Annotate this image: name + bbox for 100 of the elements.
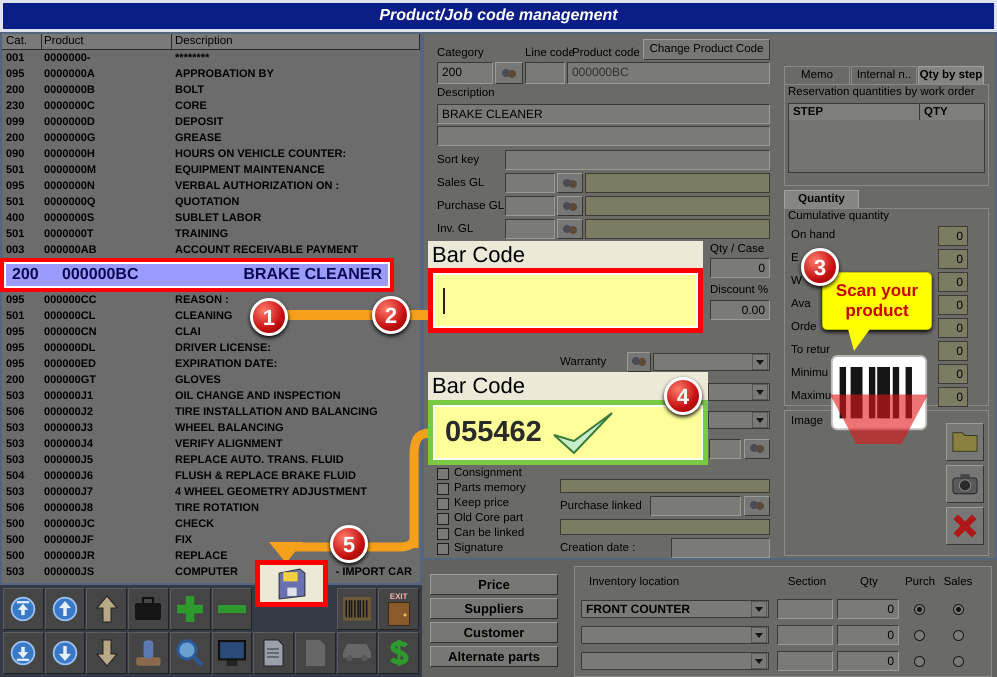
lookup-button[interactable] — [557, 173, 583, 193]
toolbar-button[interactable] — [86, 588, 128, 630]
checkbox[interactable] — [437, 542, 449, 554]
input-field[interactable]: 0 — [938, 226, 968, 246]
tab[interactable]: Qty by step — [918, 66, 984, 84]
input-field[interactable] — [671, 538, 770, 558]
list-row[interactable]: 503 000000J1 OIL CHANGE AND INSPECTION — [2, 388, 341, 404]
barcode-field[interactable] — [428, 268, 703, 333]
input-field[interactable] — [560, 518, 770, 535]
checkbox[interactable] — [437, 468, 449, 480]
list-row[interactable]: 503 000000J4 VERIFY ALIGNMENT — [2, 436, 283, 452]
lookup-button[interactable] — [744, 496, 770, 516]
lookup-button[interactable] — [557, 219, 583, 239]
list-row[interactable]: 095 000000ED EXPIRATION DATE: — [2, 356, 278, 372]
input-field[interactable]: 0 — [710, 258, 770, 278]
input-field[interactable] — [585, 219, 770, 239]
column-header[interactable]: Product — [42, 34, 172, 49]
list-row[interactable]: 501 000000CL CLEANING — [2, 308, 232, 324]
input-field[interactable]: 0 — [938, 364, 968, 384]
toolbar-button[interactable] — [253, 632, 294, 674]
list-row[interactable]: 500 000000JR REPLACE — [2, 548, 228, 564]
list-row[interactable]: 095 0000000A APPROBATION BY — [2, 66, 274, 82]
exit-button[interactable]: EXIT — [378, 588, 419, 630]
toolbar-button[interactable] — [3, 588, 44, 630]
toolbar-button[interactable] — [44, 588, 86, 630]
dropdown-field[interactable]: FRONT COUNTER — [581, 600, 769, 618]
list-row[interactable]: 003 000000AB ACCOUNT RECEIVABLE PAYMENT — [2, 242, 358, 258]
input-field[interactable]: BRAKE CLEANER — [437, 104, 770, 124]
list-row[interactable]: 500 000000JC CHECK — [2, 516, 214, 532]
radio-button[interactable] — [914, 656, 924, 666]
list-row[interactable]: 230 0000000C CORE — [2, 98, 207, 114]
list-row[interactable]: 503 000000J7 4 WHEEL GEOMETRY ADJUSTMENT — [2, 484, 367, 500]
input-field[interactable]: 200 — [437, 62, 493, 84]
list-row[interactable]: 503 000000J5 REPLACE AUTO. TRANS. FLUID — [2, 452, 344, 468]
radio-button[interactable] — [952, 630, 964, 640]
input-field[interactable] — [585, 173, 770, 193]
list-row[interactable]: 503 000000JS COMPUTER — [2, 564, 238, 580]
image-button[interactable] — [946, 423, 984, 461]
input-field[interactable] — [505, 173, 555, 193]
input-field[interactable]: 0 — [837, 625, 899, 645]
list-row[interactable]: 200 0000000G GREASE — [2, 130, 222, 146]
checkbox[interactable] — [437, 512, 449, 524]
list-row[interactable]: 501 0000000Q QUOTATION — [2, 194, 240, 210]
change-product-code-button[interactable]: Change Product Code — [643, 39, 770, 60]
selected-row[interactable]: 200 000000BC BRAKE CLEANER — [0, 258, 394, 292]
input-field[interactable]: 0 — [938, 318, 968, 338]
dropdown-field[interactable] — [581, 652, 769, 670]
toolbar-button[interactable] — [86, 632, 128, 674]
panel-button[interactable]: Price — [430, 574, 558, 595]
tab[interactable]: Internal n.. — [851, 66, 917, 84]
panel-button[interactable]: Suppliers — [430, 598, 558, 619]
lookup-button[interactable] — [557, 196, 583, 216]
tab[interactable]: Quantity — [784, 190, 859, 208]
input-field[interactable] — [505, 150, 770, 170]
input-field[interactable] — [777, 625, 833, 645]
list-row[interactable]: 506 000000J2 TIRE INSTALLATION AND BALANCING — [2, 404, 378, 420]
column-header[interactable]: STEP — [789, 104, 919, 120]
checkbox[interactable] — [437, 498, 449, 510]
lookup-button[interactable] — [627, 352, 651, 372]
radio-button[interactable] — [914, 630, 924, 640]
input-field[interactable] — [525, 62, 565, 84]
input-field[interactable]: 0 — [938, 295, 968, 315]
toolbar-button[interactable] — [44, 632, 86, 674]
checkbox[interactable] — [437, 482, 449, 494]
input-field[interactable]: 0.00 — [710, 300, 770, 320]
list-row[interactable]: 501 0000000M EQUIPMENT MAINTENANCE — [2, 162, 325, 178]
image-button[interactable] — [946, 507, 984, 545]
input-field[interactable] — [505, 219, 555, 239]
input-field[interactable] — [585, 196, 770, 216]
list-row[interactable]: 090 0000000H HOURS ON VEHICLE COUNTER: — [2, 146, 346, 162]
toolbar-button[interactable] — [170, 632, 211, 674]
dropdown-field[interactable] — [653, 352, 770, 370]
input-field[interactable] — [437, 126, 770, 146]
list-row[interactable]: 095 000000CN CLAI — [2, 324, 201, 340]
column-header[interactable]: QTY — [919, 104, 984, 120]
panel-button[interactable]: Customer — [430, 622, 558, 643]
column-header[interactable]: Description — [172, 34, 420, 49]
input-field[interactable]: 0 — [938, 341, 968, 361]
checkbox[interactable] — [437, 528, 449, 540]
list-row[interactable]: 400 0000000S SUBLET LABOR — [2, 210, 262, 226]
dropdown-field[interactable] — [708, 382, 770, 400]
input-field[interactable] — [777, 599, 833, 619]
input-field[interactable] — [777, 651, 833, 671]
dropdown-field[interactable] — [581, 626, 769, 644]
list-row[interactable]: 095 000000DL DRIVER LICENSE: — [2, 340, 271, 356]
dropdown-field[interactable] — [708, 410, 770, 428]
image-button[interactable] — [946, 465, 984, 503]
list-row[interactable]: 095 000000CC REASON : — [2, 292, 229, 308]
input-field[interactable]: 0 — [938, 272, 968, 292]
list-row[interactable]: 500 000000JF FIX — [2, 532, 192, 548]
radio-button[interactable] — [952, 604, 964, 614]
column-header[interactable]: Cat. — [2, 34, 42, 49]
panel-button[interactable]: Alternate parts — [430, 646, 558, 667]
input-field[interactable] — [505, 196, 555, 216]
lookup-button[interactable] — [744, 438, 770, 458]
input-field[interactable]: 0 — [837, 651, 899, 671]
list-row[interactable]: 200 000000GT GLOVES — [2, 372, 221, 388]
list-row[interactable]: 504 000000J6 FLUSH & REPLACE BRAKE FLUID — [2, 468, 356, 484]
input-field[interactable]: 0 — [938, 387, 968, 407]
input-field[interactable]: 0 — [938, 249, 968, 269]
